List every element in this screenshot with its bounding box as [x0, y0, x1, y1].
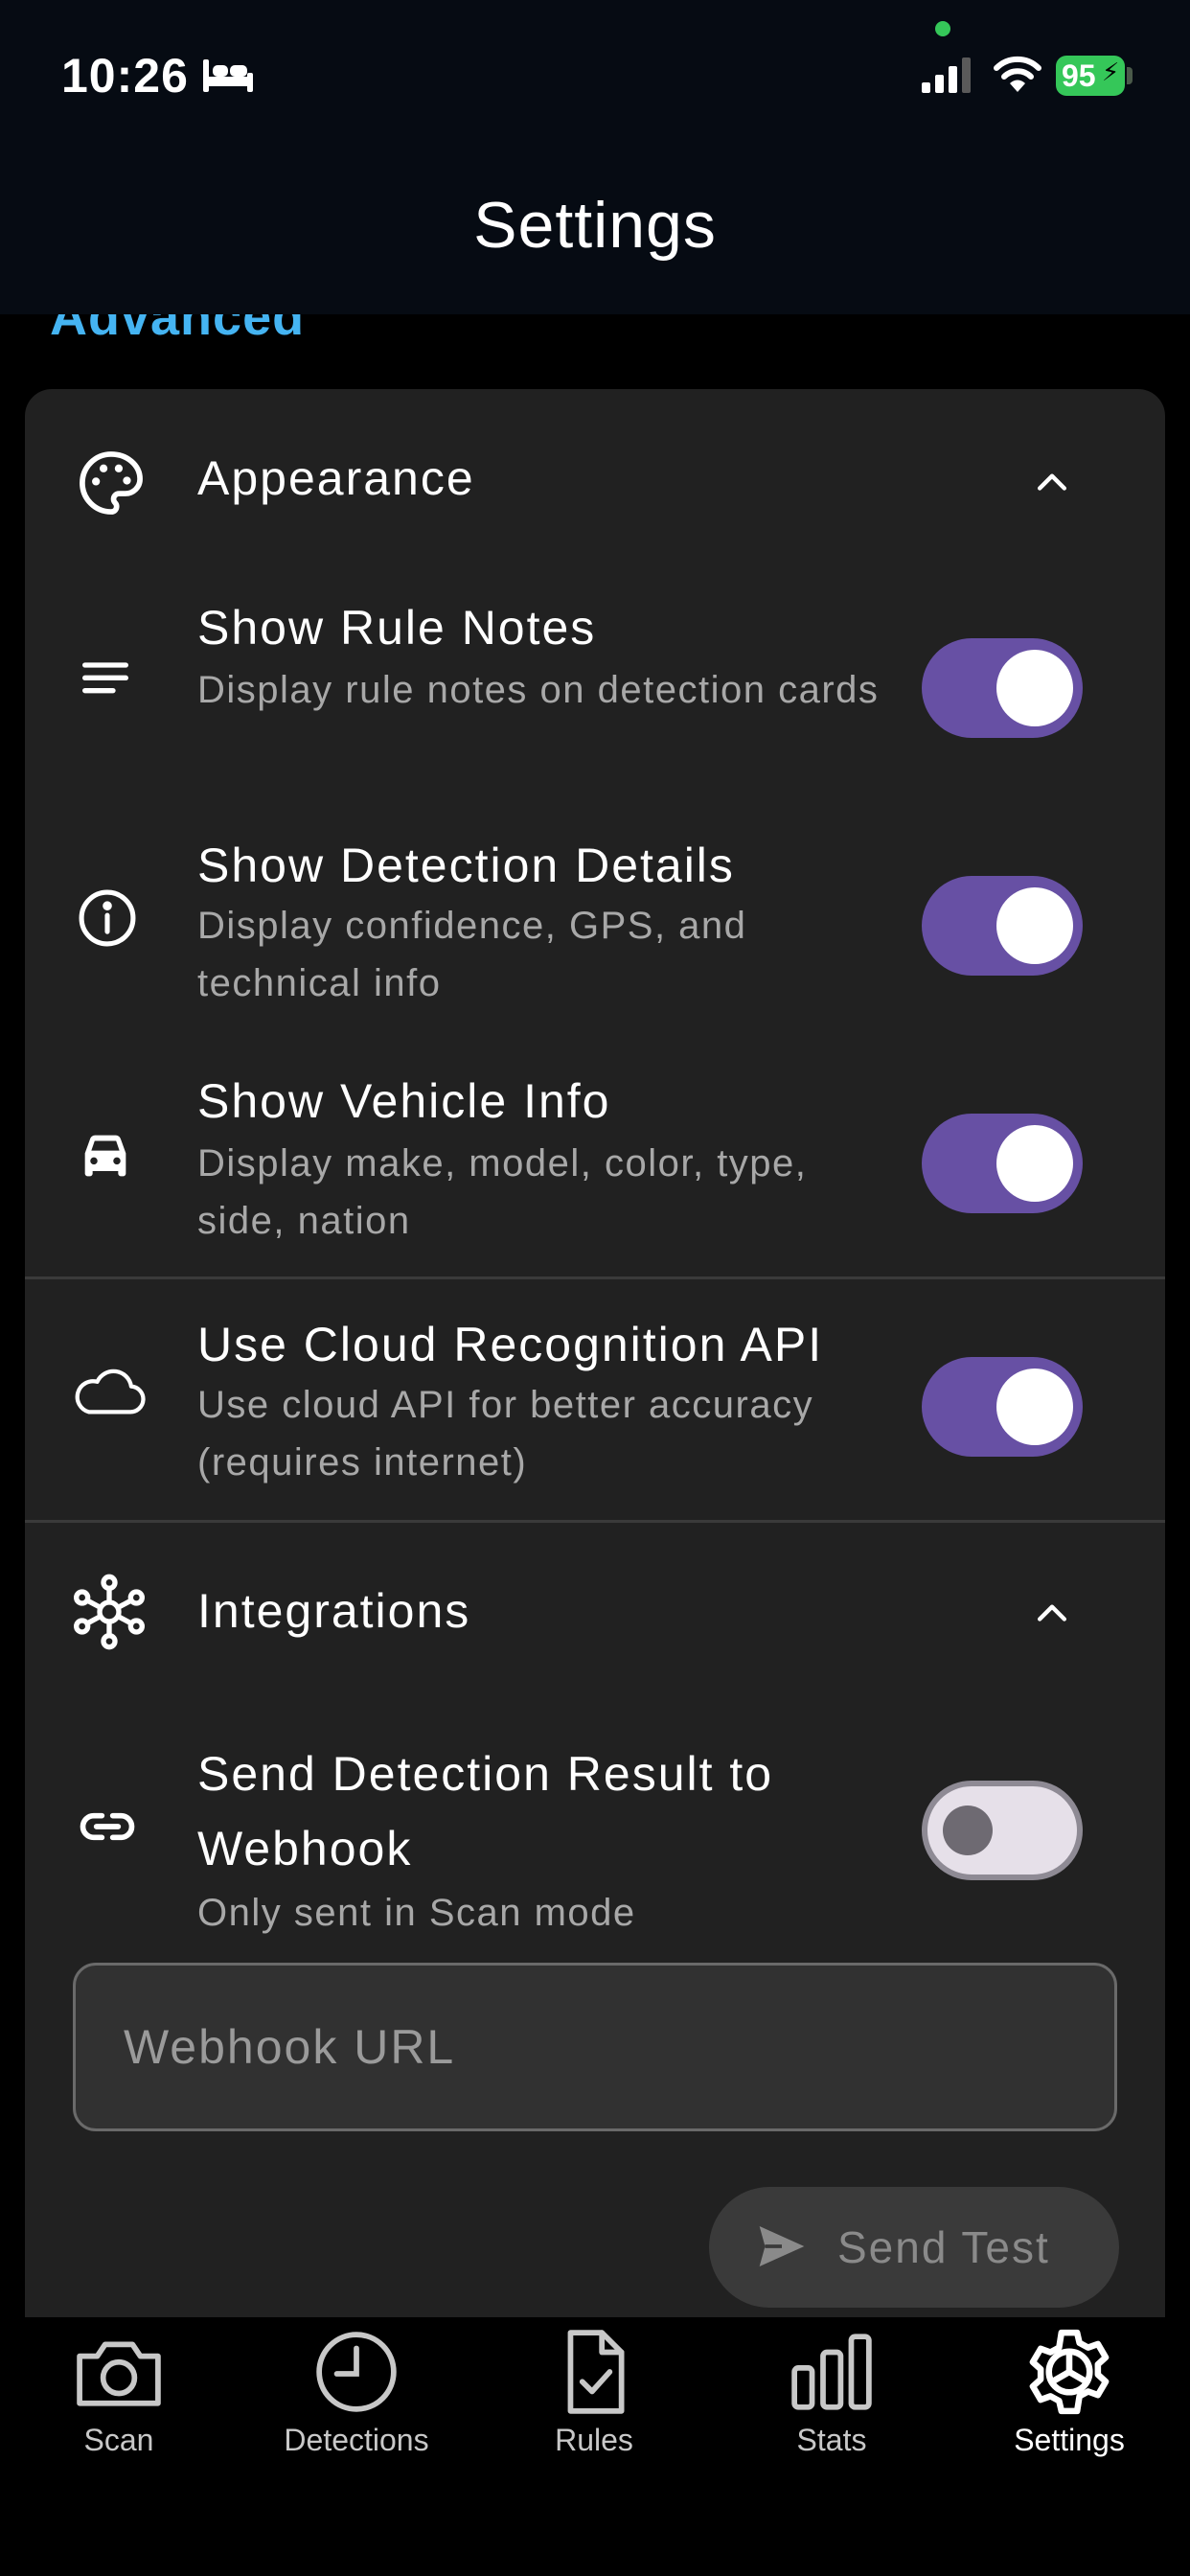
setting-description: Only sent in Scan mode: [197, 1892, 636, 1934]
setting-title: Show Vehicle Info: [197, 1074, 611, 1128]
appearance-group-header[interactable]: Appearance: [25, 389, 1165, 571]
charging-bolt-icon: ⚡: [1102, 58, 1120, 86]
setting-row-show-detection-details[interactable]: Show Detection Details Display confidenc…: [25, 807, 1165, 1045]
battery-level: 95: [1062, 58, 1096, 93]
setting-title: Use Cloud Recognition API: [197, 1318, 824, 1371]
send-icon: [759, 2226, 805, 2266]
toggle-knob: [996, 1125, 1073, 1202]
nav-item-scan[interactable]: Scan: [0, 2317, 238, 2509]
setting-title: Show Detection Details: [197, 839, 735, 892]
nav-item-settings[interactable]: Settings: [950, 2317, 1188, 2509]
appearance-group-title: Appearance: [197, 451, 475, 505]
battery-cap: [1127, 67, 1133, 84]
webhook-url-input[interactable]: [76, 1966, 1114, 2128]
toggle-knob: [996, 887, 1073, 964]
setting-row-show-rule-notes[interactable]: Show Rule Notes Display rule notes on de…: [25, 571, 1165, 807]
camera-icon: [77, 2341, 161, 2406]
chevron-up-icon[interactable]: [1031, 462, 1073, 504]
nav-label: Rules: [555, 2423, 633, 2457]
info-icon: [79, 889, 136, 947]
cellular-signal-icon: [922, 58, 971, 93]
document-check-icon: [567, 2330, 625, 2414]
gear-icon: [1029, 2329, 1110, 2415]
send-test-label: Send Test: [837, 2222, 1050, 2272]
show-rule-notes-toggle[interactable]: [922, 638, 1083, 738]
webhook-toggle[interactable]: [922, 1781, 1083, 1880]
toggle-knob: [996, 1368, 1073, 1445]
toggle-knob: [996, 650, 1073, 726]
wifi-icon: [994, 56, 1041, 92]
toggle-knob: [943, 1806, 993, 1855]
nav-item-rules[interactable]: Rules: [475, 2317, 713, 2509]
notes-lines-icon: [82, 662, 128, 694]
palette-icon: [80, 451, 143, 515]
setting-description: Display rule notes on detection cards: [197, 669, 880, 711]
link-icon: [80, 1812, 135, 1841]
nav-label: Settings: [1014, 2423, 1125, 2457]
show-vehicle-info-toggle[interactable]: [922, 1114, 1083, 1213]
settings-card: Appearance Show Rule Notes Display rule …: [25, 389, 1165, 2344]
bar-chart-icon: [791, 2334, 872, 2410]
nav-item-stats[interactable]: Stats: [713, 2317, 950, 2509]
top-bar: 10:26 95 ⚡ Settings: [0, 0, 1190, 314]
nav-label: Detections: [284, 2423, 429, 2457]
integrations-group-header[interactable]: Integrations: [25, 1524, 1165, 1696]
setting-description: Use cloud API for better accuracy (requi…: [197, 1384, 814, 1484]
nav-label: Stats: [796, 2423, 867, 2457]
setting-row-show-vehicle-info[interactable]: Show Vehicle Info Display make, model, c…: [25, 1045, 1165, 1278]
nav-label: Scan: [83, 2423, 154, 2457]
nav-item-detections[interactable]: Detections: [238, 2317, 475, 2509]
clock-icon: [316, 2332, 397, 2412]
setting-title: Send Detection Result to Webhook: [197, 1747, 774, 1875]
status-time: 10:26: [61, 49, 189, 103]
setting-row-cloud-recognition[interactable]: Use Cloud Recognition API Use cloud API …: [25, 1280, 1165, 1520]
show-detection-details-toggle[interactable]: [922, 876, 1083, 976]
integrations-group-title: Integrations: [197, 1584, 471, 1638]
page-title: Settings: [473, 189, 717, 262]
setting-row-webhook[interactable]: Send Detection Result to Webhook Only se…: [25, 1712, 1165, 1942]
setting-description: Display make, model, color, type, side, …: [197, 1142, 808, 1242]
hub-icon: [74, 1574, 146, 1650]
cloud-recognition-toggle[interactable]: [922, 1357, 1083, 1457]
setting-title: Show Rule Notes: [197, 601, 597, 655]
mic-indicator-dot: [935, 21, 950, 36]
send-test-button[interactable]: Send Test: [709, 2187, 1119, 2308]
webhook-url-field[interactable]: [73, 1963, 1117, 2131]
divider: [25, 1276, 1165, 1279]
chevron-up-icon[interactable]: [1031, 1593, 1073, 1635]
car-icon: [84, 1135, 126, 1177]
setting-description: Display confidence, GPS, and technical i…: [197, 905, 747, 1004]
bottom-navigation: Scan Detections Rules Stats Settings: [0, 2317, 1190, 2576]
sleep-focus-icon: [203, 59, 253, 92]
divider: [25, 1520, 1165, 1523]
cloud-icon: [75, 1368, 146, 1414]
